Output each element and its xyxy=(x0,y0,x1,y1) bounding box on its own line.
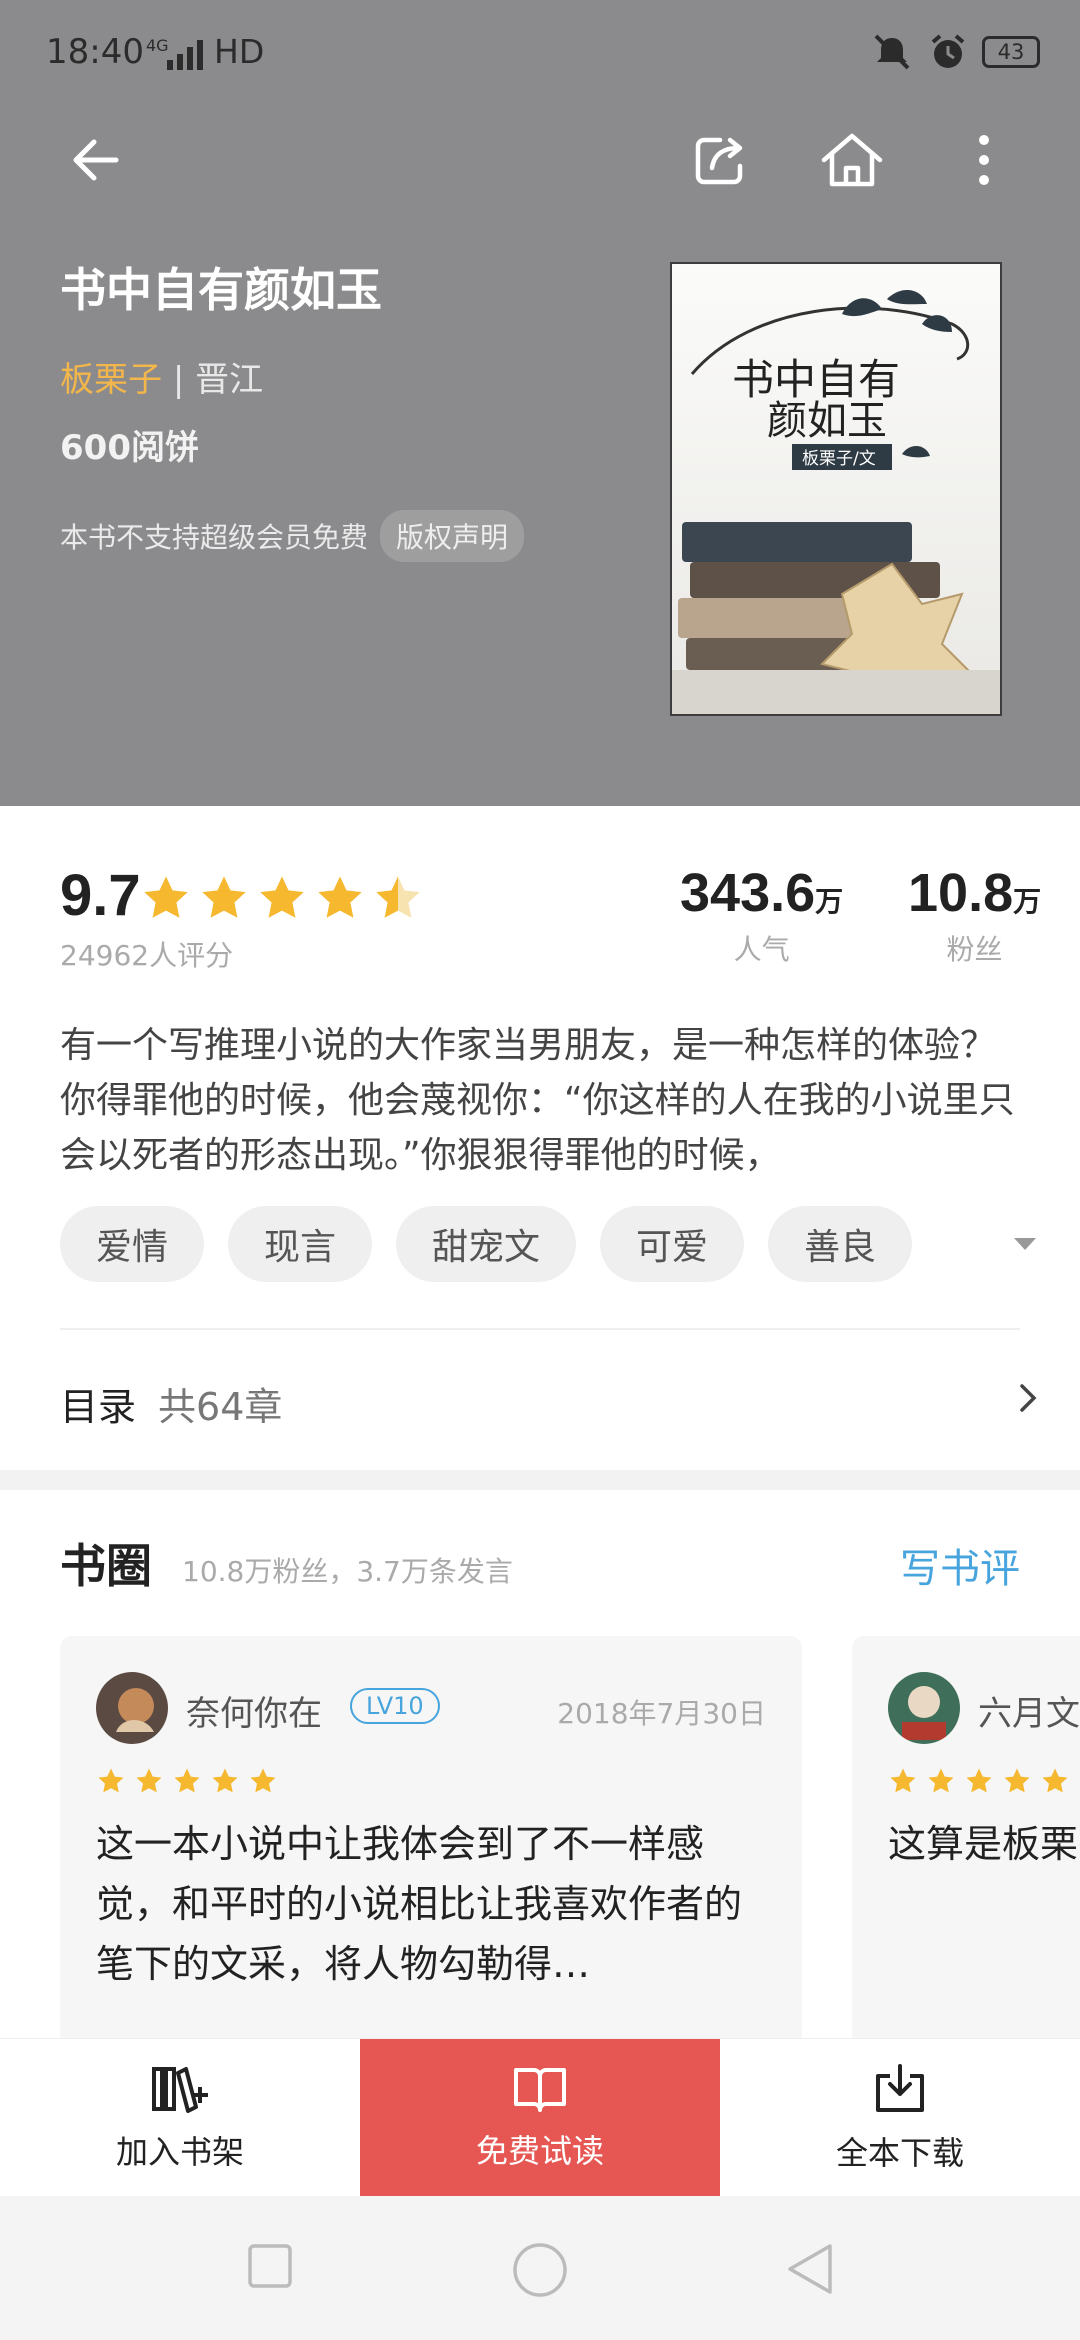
book-circle-section: 书圈 10.8万粉丝，3.7万条发言 写书评 奈何你在 LV10 2018年7月… xyxy=(0,1490,1080,2040)
half-star-icon xyxy=(376,876,420,918)
book-title: 书中自有颜如玉 xyxy=(60,263,382,317)
book-header: 18:40 4G HD 43 书中自有颜如玉 板栗子 | 晋江 600阅饼 本书… xyxy=(0,0,1080,806)
star-icon xyxy=(966,1768,992,1793)
download-all-label: 全本下载 xyxy=(835,2134,964,2172)
divider xyxy=(60,1328,1020,1330)
star-icon xyxy=(890,1768,916,1793)
cover-title-line1: 书中自有 xyxy=(732,355,900,404)
reviewer-name[interactable]: 奈何你在 xyxy=(186,1686,322,1735)
star-icon xyxy=(212,1768,238,1793)
fans-value: 10.8 xyxy=(908,863,1014,923)
toc-count: 共64章 xyxy=(158,1385,283,1429)
author-link[interactable]: 板栗子 xyxy=(60,360,162,400)
more-icon[interactable] xyxy=(948,124,1020,196)
review-text: 这算是板栗平淡平凡的是非常的好 xyxy=(888,1822,1080,1866)
bookshelf-add-icon xyxy=(152,2067,208,2113)
cover-illustration: 书中自有 颜如玉 板栗子/文 xyxy=(672,264,1000,714)
circle-stats: 10.8万粉丝，3.7万条发言 xyxy=(182,1555,513,1588)
section-title: 书圈 xyxy=(60,1539,152,1593)
free-read-button[interactable]: 免费试读 xyxy=(360,2039,720,2197)
back-arrow-icon[interactable] xyxy=(60,124,132,196)
free-read-label: 免费试读 xyxy=(475,2132,604,2170)
star-icon xyxy=(202,876,246,918)
status-time: 18:40 xyxy=(46,32,144,72)
tag-item[interactable]: 爱情 xyxy=(60,1206,205,1282)
vip-notice-text: 本书不支持超级会员免费 xyxy=(60,521,369,554)
system-nav-bar xyxy=(0,2196,1080,2340)
star-icon xyxy=(318,876,362,918)
home-icon[interactable] xyxy=(816,124,888,196)
book-cover[interactable]: 书中自有 颜如玉 板栗子/文 xyxy=(670,262,1002,716)
star-icon xyxy=(250,1768,276,1793)
share-icon[interactable] xyxy=(684,124,756,196)
star-icon xyxy=(1042,1768,1068,1793)
review-text: 这一本小说中让我体会到了不一样感觉，和平时的小说相比让我喜欢作者的笔下的文采，将… xyxy=(96,1822,743,1986)
star-icon xyxy=(174,1768,200,1793)
rating-score: 9.7 xyxy=(60,863,141,928)
add-to-shelf-label: 加入书架 xyxy=(115,2133,244,2171)
fans-stat: 10.8万 粉丝 xyxy=(908,862,1041,968)
vip-notice: 本书不支持超级会员免费 版权声明 xyxy=(60,510,525,562)
tag-list: 爱情 现言 甜宠文 可爱 善良 xyxy=(60,1206,913,1282)
review-stars xyxy=(96,1766,278,1796)
reviewer-name[interactable]: 六月文 xyxy=(978,1686,1080,1735)
star-icon xyxy=(136,1768,162,1793)
cover-title-line2: 颜如玉 xyxy=(767,398,887,444)
popularity-label: 人气 xyxy=(733,933,790,966)
table-of-contents[interactable]: 目录 共64章 xyxy=(60,1376,282,1431)
book-source: 晋江 xyxy=(195,360,264,400)
review-date: 2018年7月30日 xyxy=(557,1697,766,1730)
popularity-stat: 343.6万 人气 xyxy=(680,862,843,968)
avatar[interactable] xyxy=(888,1672,960,1744)
author-line: 板栗子 | 晋江 xyxy=(60,352,263,401)
toc-label: 目录 xyxy=(60,1385,137,1429)
popularity-value: 343.6 xyxy=(680,863,816,923)
separator: | xyxy=(172,360,185,400)
review-stars xyxy=(888,1766,1070,1796)
tag-item[interactable]: 甜宠文 xyxy=(396,1206,577,1282)
mute-vibrate-icon xyxy=(874,34,910,70)
chevron-right-icon[interactable] xyxy=(1016,1378,1040,1418)
review-card[interactable]: 奈何你在 LV10 2018年7月30日 这一本小说中让我体会到了不一样感觉，和… xyxy=(60,1636,802,2040)
book-price: 600阅饼 xyxy=(60,428,199,468)
avatar[interactable] xyxy=(96,1672,168,1744)
add-to-shelf-button[interactable]: 加入书架 xyxy=(0,2039,360,2197)
open-book-icon xyxy=(514,2068,566,2112)
hd-indicator: HD xyxy=(214,32,265,71)
fans-label: 粉丝 xyxy=(946,933,1003,966)
tag-item[interactable]: 善良 xyxy=(768,1206,913,1282)
status-right: 43 xyxy=(870,32,1040,72)
recent-apps-icon[interactable] xyxy=(246,2242,294,2290)
star-icon xyxy=(260,876,304,918)
review-card[interactable]: 六月文 这算是板栗平淡平凡的是非常的好 xyxy=(852,1636,1080,2040)
cover-author: 板栗子/文 xyxy=(802,449,876,469)
star-icon xyxy=(928,1768,954,1793)
home-nav-icon[interactable] xyxy=(512,2242,568,2298)
write-review-button[interactable]: 写书评 xyxy=(900,1536,1020,1594)
battery-icon: 43 xyxy=(982,36,1040,68)
signal-icon xyxy=(167,40,203,70)
book-description[interactable]: 有一个写推理小说的大作家当男朋友，是一种怎样的体验？你得罪他的时候，他会蔑视你：… xyxy=(60,1018,1020,1183)
tag-item[interactable]: 可爱 xyxy=(600,1206,745,1282)
battery-level: 43 xyxy=(997,40,1025,64)
copyright-button[interactable]: 版权声明 xyxy=(380,510,525,562)
fans-unit: 万 xyxy=(1013,885,1042,918)
level-badge: LV10 xyxy=(350,1688,440,1724)
alarm-icon xyxy=(931,34,965,68)
popularity-unit: 万 xyxy=(815,885,844,918)
rating-stars xyxy=(140,872,424,924)
bottom-action-bar: 加入书架 免费试读 全本下载 xyxy=(0,2038,1080,2197)
rating-count: 24962人评分 xyxy=(60,939,234,972)
star-icon xyxy=(98,1768,124,1793)
expand-tags-icon[interactable] xyxy=(1012,1236,1038,1252)
star-icon xyxy=(144,876,188,918)
tag-item[interactable]: 现言 xyxy=(228,1206,373,1282)
status-bar: 18:40 4G HD 43 xyxy=(0,0,1080,110)
star-icon xyxy=(1004,1768,1030,1793)
book-info-card: 9.7 24962人评分 343.6万 人气 10.8万 粉丝 有一个写推理小说… xyxy=(0,806,1080,1470)
back-nav-icon[interactable] xyxy=(784,2242,836,2296)
download-all-button[interactable]: 全本下载 xyxy=(720,2039,1080,2197)
download-icon xyxy=(876,2064,924,2112)
